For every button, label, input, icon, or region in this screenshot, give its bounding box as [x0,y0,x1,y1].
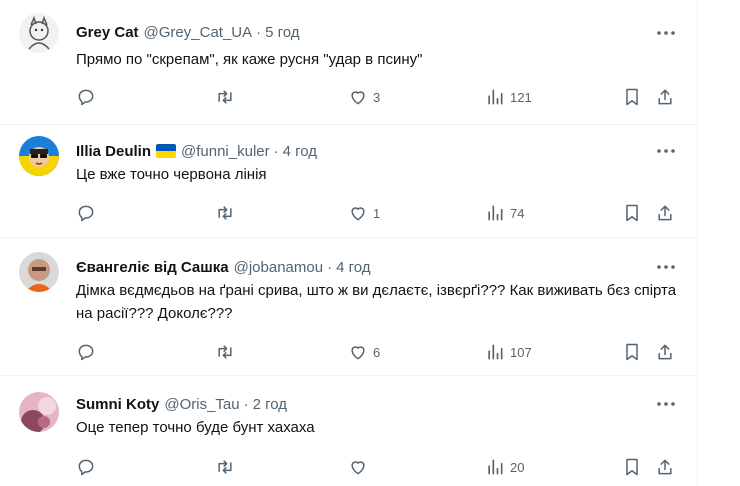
avatar[interactable] [19,13,59,53]
like-icon [348,87,368,107]
separator-dot: · [256,23,262,41]
tweet[interactable]: Illia Deulin @funni_kuler · 4 год Це вже… [0,124,697,238]
like-icon [348,457,368,477]
avatar[interactable] [19,392,59,432]
timestamp[interactable]: 4 год [336,259,370,276]
retweet-button[interactable] [215,341,235,363]
retweet-icon [215,342,235,362]
share-icon [655,87,675,107]
bookmark-button[interactable] [622,202,642,224]
like-count: 1 [373,205,381,221]
tweet[interactable]: Sumni Koty @Oris_Tau · 2 год Оце тепер т… [0,375,697,486]
author-name[interactable]: Grey Cat [76,24,139,41]
views-count: 107 [510,344,532,360]
like-button[interactable]: 3 [348,86,380,108]
more-icon[interactable] [655,26,677,40]
tweet[interactable]: Grey Cat @Grey_Cat_UA · 5 год Прямо по "… [0,0,697,125]
views-button[interactable]: 20 [485,456,524,478]
separator-dot: · [273,142,279,160]
author-handle[interactable]: @Grey_Cat_UA [144,24,253,41]
views-button[interactable]: 121 [485,86,532,108]
tweet-text: Це вже точно червона лінія [76,166,267,183]
timestamp[interactable]: 4 год [283,143,317,160]
views-icon [485,457,505,477]
tweet-text: Оце тепер точно буде бунт хахаха [76,419,315,436]
views-button[interactable]: 107 [485,341,532,363]
views-count: 121 [510,89,532,105]
retweet-icon [215,457,235,477]
reply-button[interactable] [76,456,96,478]
action-bar: 20 [0,456,697,478]
tweet-text: Прямо по "скрепам", як каже русня "удар … [76,51,423,68]
views-icon [485,87,505,107]
like-button[interactable] [348,456,373,478]
separator-dot: · [327,258,333,276]
views-count: 20 [510,459,525,475]
reply-button[interactable] [76,86,96,108]
reply-button[interactable] [76,202,96,224]
like-icon [348,342,368,362]
reply-icon [76,203,96,223]
avatar[interactable] [19,252,59,292]
retweet-button[interactable] [215,456,235,478]
share-icon [655,457,675,477]
retweet-button[interactable] [215,86,235,108]
reply-icon [76,342,96,362]
reply-icon [76,457,96,477]
bookmark-button[interactable] [622,86,642,108]
like-count: 6 [373,344,381,360]
views-count: 74 [510,205,525,221]
retweet-button[interactable] [215,202,235,224]
share-icon [655,203,675,223]
tweet-text: Дімка вєдмєдьов на ґрані срива, што ж ви… [76,282,677,322]
action-bar: 3 121 [0,86,697,108]
views-button[interactable]: 74 [485,202,524,224]
more-icon[interactable] [655,397,677,411]
bookmark-icon [622,342,642,362]
like-button[interactable]: 6 [348,341,380,363]
views-icon [485,203,505,223]
action-bar: 1 74 [0,202,697,224]
views-icon [485,342,505,362]
share-button[interactable] [655,202,675,224]
author-name[interactable]: Євангеліє від Сашка [76,259,229,276]
share-button[interactable] [655,456,675,478]
bookmark-icon [622,203,642,223]
like-button[interactable]: 1 [348,202,380,224]
like-count: 3 [373,89,381,105]
bookmark-button[interactable] [622,341,642,363]
author-name[interactable]: Sumni Koty [76,396,159,413]
share-button[interactable] [655,86,675,108]
reply-feed: Grey Cat @Grey_Cat_UA · 5 год Прямо по "… [0,0,698,486]
like-icon [348,203,368,223]
share-icon [655,342,675,362]
author-handle[interactable]: @jobanamou [234,259,323,276]
author-handle[interactable]: @funni_kuler [181,143,270,160]
bookmark-icon [622,457,642,477]
author-name[interactable]: Illia Deulin [76,143,151,160]
reply-button[interactable] [76,341,96,363]
timestamp[interactable]: 2 год [253,396,287,413]
timestamp[interactable]: 5 год [265,24,299,41]
bookmark-icon [622,87,642,107]
avatar[interactable] [19,136,59,176]
retweet-icon [215,203,235,223]
separator-dot: · [243,395,249,413]
author-handle[interactable]: @Oris_Tau [164,396,239,413]
reply-icon [76,87,96,107]
tweet[interactable]: Євангеліє від Сашка @jobanamou · 4 год Д… [0,237,697,376]
retweet-icon [215,87,235,107]
bookmark-button[interactable] [622,456,642,478]
more-icon[interactable] [655,144,677,158]
share-button[interactable] [655,341,675,363]
more-icon[interactable] [655,260,677,274]
ukraine-flag-icon [156,144,177,158]
action-bar: 6 107 [0,341,697,363]
